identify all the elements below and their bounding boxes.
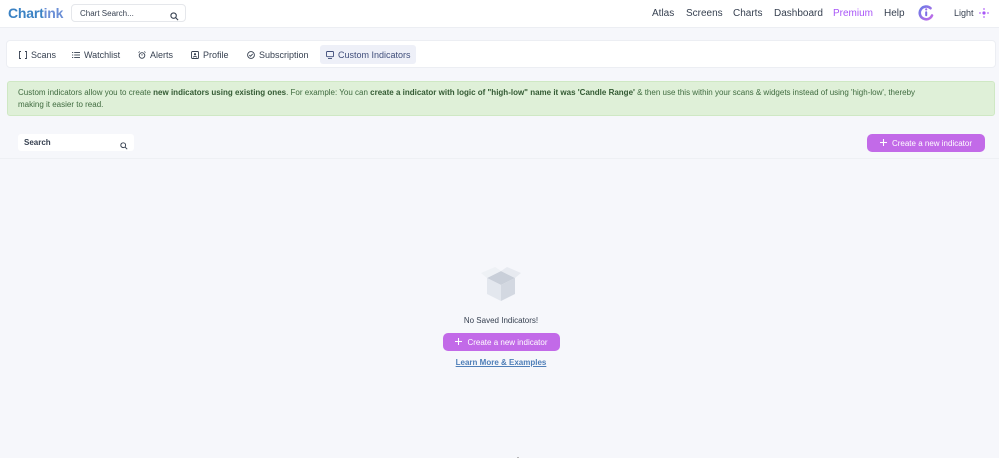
banner-text: & then use this within your scans & widg… bbox=[634, 88, 916, 97]
nav-dashboard[interactable]: Dashboard bbox=[774, 8, 823, 19]
banner-bold-text: create a indicator with logic of "high-l… bbox=[370, 88, 635, 97]
nav-atlas[interactable]: Atlas bbox=[652, 8, 674, 19]
indicator-search-input[interactable] bbox=[24, 136, 112, 149]
tab-scans[interactable]: Scans bbox=[13, 45, 62, 64]
chart-search-input[interactable] bbox=[80, 7, 168, 20]
chart-search-box bbox=[71, 4, 186, 22]
mouse-cursor-icon bbox=[515, 451, 523, 458]
check-circle-icon bbox=[247, 50, 255, 59]
alarm-icon bbox=[138, 50, 146, 59]
tab-profile[interactable]: Profile bbox=[185, 45, 235, 64]
search-icon[interactable] bbox=[120, 137, 128, 155]
scan-icon bbox=[19, 50, 27, 59]
banner-text: . For example: You can bbox=[286, 88, 371, 97]
logo-text-primary: Chart bbox=[8, 5, 44, 21]
banner-text: making it easier to read. bbox=[18, 100, 104, 109]
empty-state-title: No Saved Indicators! bbox=[463, 316, 539, 325]
tab-label: Watchlist bbox=[84, 49, 121, 60]
button-label: Create a new indicator bbox=[467, 337, 548, 347]
sun-icon bbox=[979, 8, 989, 20]
tab-label: Scans bbox=[31, 49, 57, 60]
logo-text-accent: ink bbox=[43, 5, 64, 21]
tab-custom-indicators[interactable]: Custom Indicators bbox=[320, 45, 416, 64]
indicator-icon bbox=[326, 50, 334, 59]
create-indicator-button[interactable]: Create a new indicator bbox=[443, 333, 560, 351]
theme-toggle[interactable]: Light bbox=[954, 8, 989, 18]
nav-charts[interactable]: Charts bbox=[733, 8, 762, 19]
tab-label: Alerts bbox=[150, 49, 174, 60]
search-icon[interactable] bbox=[170, 8, 179, 26]
tab-subscription[interactable]: Subscription bbox=[241, 45, 315, 64]
plus-icon bbox=[455, 337, 463, 347]
indicator-search-box bbox=[18, 134, 134, 151]
nav-screens[interactable]: Screens bbox=[686, 8, 723, 19]
top-navbar: Chartink Atlas Screens Charts Dashboard … bbox=[0, 0, 999, 28]
empty-box-icon bbox=[480, 263, 522, 305]
tab-label: Subscription bbox=[259, 49, 309, 60]
create-indicator-button[interactable]: Create a new indicator bbox=[867, 134, 985, 152]
nav-help[interactable]: Help bbox=[884, 8, 905, 19]
nav-premium[interactable]: Premium bbox=[833, 8, 873, 19]
list-icon bbox=[72, 51, 80, 58]
tab-alerts[interactable]: Alerts bbox=[132, 45, 179, 64]
theme-label: Light bbox=[954, 8, 974, 18]
tab-bar: Scans Watchlist Alerts Profile Subscript… bbox=[6, 40, 996, 68]
tab-label: Custom Indicators bbox=[338, 49, 411, 60]
tab-watchlist[interactable]: Watchlist bbox=[66, 45, 126, 64]
button-label: Create a new indicator bbox=[891, 138, 973, 148]
profile-icon bbox=[191, 50, 199, 59]
learn-more-link[interactable]: Learn More & Examples bbox=[0, 358, 999, 367]
tab-label: Profile bbox=[203, 49, 229, 60]
indicator-toolbar: Create a new indicator bbox=[0, 131, 999, 159]
info-banner: Custom indicators allow you to create ne… bbox=[7, 81, 995, 116]
plus-icon bbox=[879, 138, 887, 148]
banner-bold-text: new indicators using existing ones bbox=[153, 88, 287, 97]
banner-text: Custom indicators allow you to create bbox=[18, 88, 154, 97]
user-avatar-icon[interactable] bbox=[918, 5, 934, 21]
chartink-logo[interactable]: Chartink bbox=[8, 5, 63, 21]
